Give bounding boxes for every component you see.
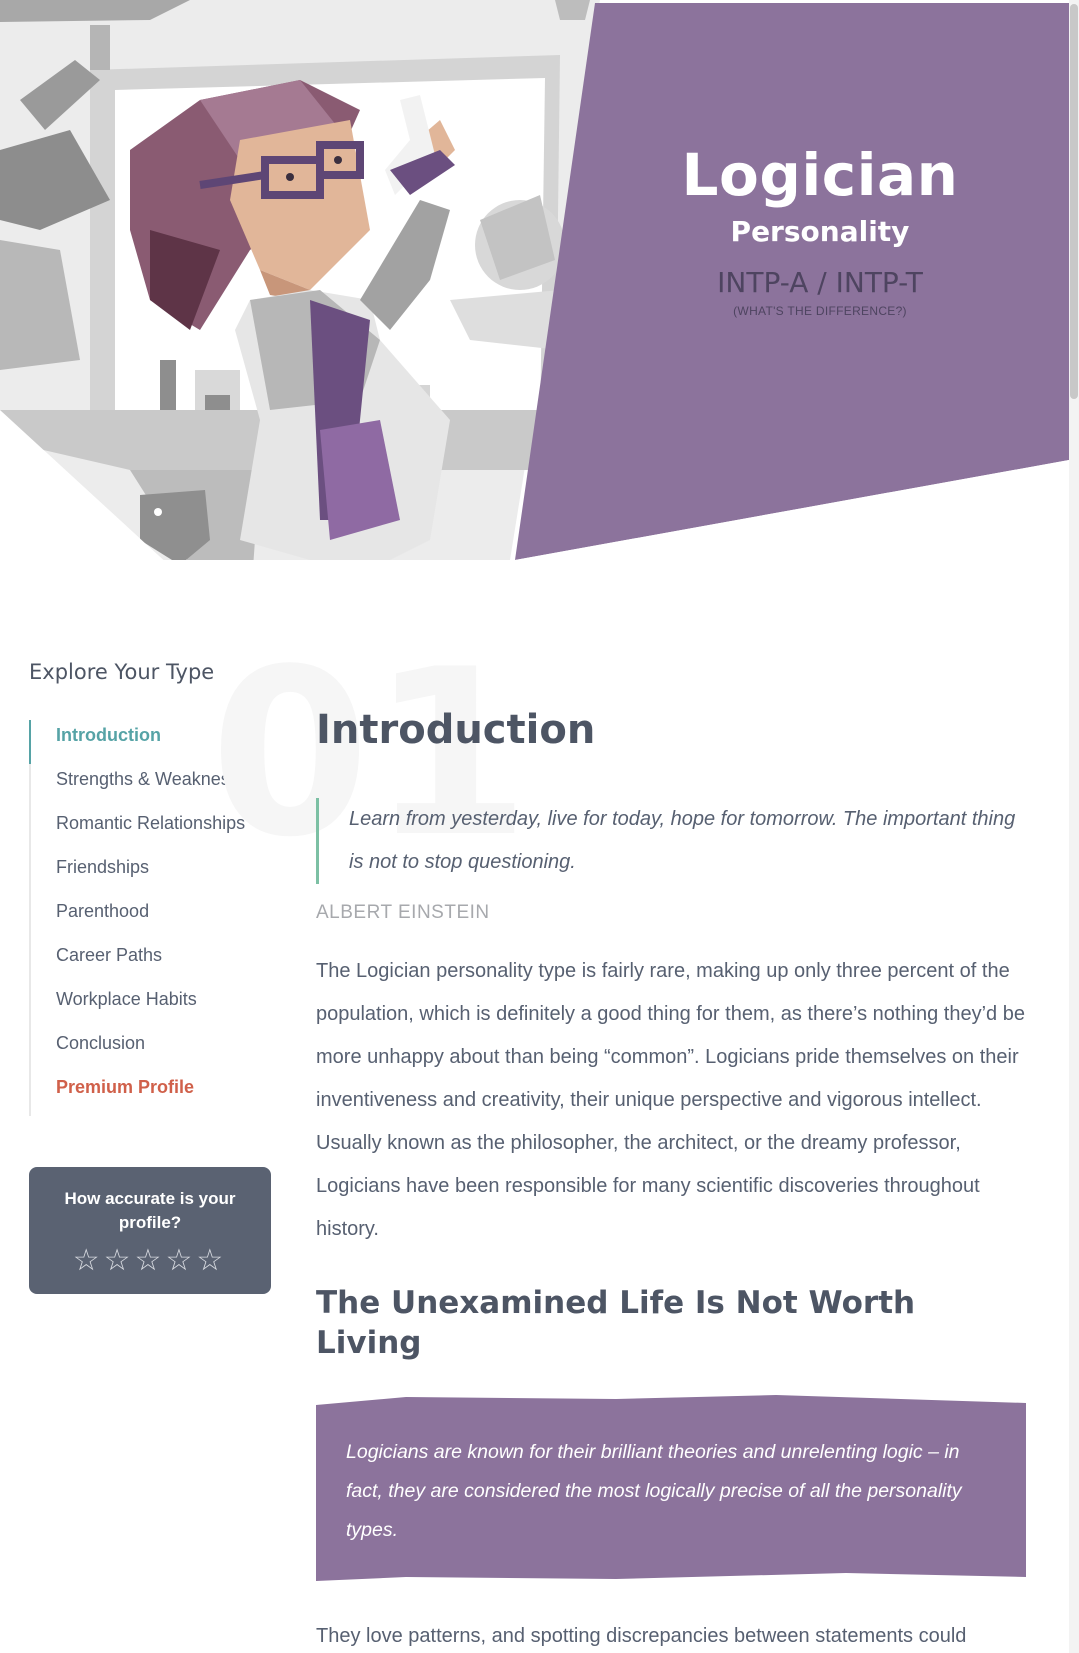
- einstein-quote: Learn from yesterday, live for today, ho…: [316, 798, 1026, 884]
- sidebar-item-parenthood[interactable]: Parenthood: [31, 896, 279, 940]
- hero-banner: Logician Personality INTP-A / INTP-T (WH…: [0, 0, 1079, 620]
- intro-paragraph: The Logician personality type is fairly …: [316, 960, 1025, 1240]
- main-content: Introduction Learn from yesterday, live …: [316, 700, 1026, 1653]
- difference-link[interactable]: (WHAT'S THE DIFFERENCE?): [570, 304, 1070, 318]
- accuracy-rating-widget: How accurate is your profile? ☆☆☆☆☆: [29, 1167, 271, 1294]
- star-icon[interactable]: ☆: [165, 1244, 196, 1277]
- callout-text: Logicians are known for their brilliant …: [346, 1441, 962, 1541]
- accuracy-question: How accurate is your profile?: [64, 1189, 236, 1232]
- page-title: Logician: [681, 141, 959, 209]
- sidebar-item-conclusion[interactable]: Conclusion: [31, 1028, 279, 1072]
- star-icon[interactable]: ☆: [135, 1244, 166, 1277]
- sidebar-item-career-paths[interactable]: Career Paths: [31, 940, 279, 984]
- star-icon[interactable]: ☆: [104, 1244, 135, 1277]
- sidebar-item-premium-profile[interactable]: Premium Profile: [31, 1072, 279, 1116]
- body-paragraph: They love patterns, and spotting discrep…: [316, 1625, 967, 1647]
- quote-author: ALBERT EINSTEIN: [316, 902, 490, 923]
- hero-text: Logician Personality INTP-A / INTP-T (WH…: [570, 140, 1070, 318]
- sidebar-item-workplace-habits[interactable]: Workplace Habits: [31, 984, 279, 1028]
- subheading: The Unexamined Life Is Not Worth Living: [316, 1285, 916, 1361]
- page-scrollbar[interactable]: [1069, 0, 1079, 1653]
- star-icon[interactable]: ☆: [196, 1244, 227, 1277]
- highlight-callout: Logicians are known for their brilliant …: [316, 1395, 1026, 1585]
- page-subtitle: Personality: [730, 215, 910, 248]
- type-codes: INTP-A / INTP-T: [717, 266, 923, 299]
- scrollbar-thumb[interactable]: [1070, 4, 1078, 399]
- star-rating: ☆☆☆☆☆: [29, 1243, 271, 1278]
- star-icon[interactable]: ☆: [73, 1244, 104, 1277]
- section-heading: Introduction: [316, 707, 596, 753]
